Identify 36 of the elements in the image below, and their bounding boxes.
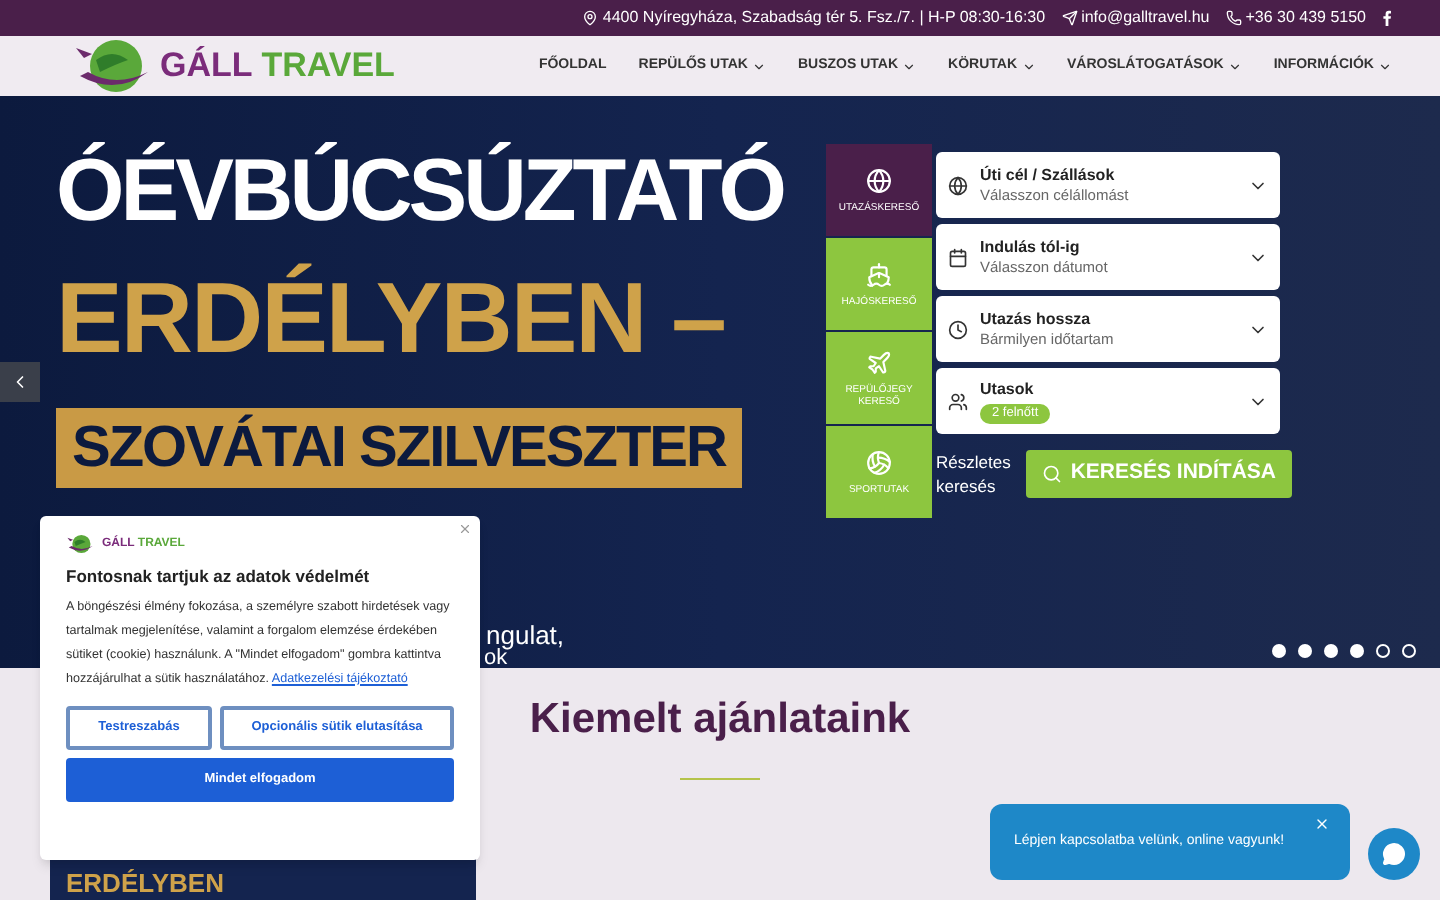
slide-caption: ngulat, (486, 618, 565, 650)
caret-icon (751, 59, 766, 73)
ship-icon (866, 261, 892, 287)
caret-icon (902, 59, 917, 73)
caret-icon (1227, 59, 1242, 73)
send-icon (1061, 10, 1078, 26)
hero-subtitle: SZOVÁTAI SZILVESZTER (56, 408, 742, 488)
pin-icon (582, 10, 599, 26)
plane-icon (866, 349, 892, 375)
address-text: 4400 Nyíregyháza, Szabadság tér 5. Fsz./7. | H-P 08:30-16:30 (582, 6, 1046, 30)
phone-link[interactable]: +36 30 439 5150 (1225, 6, 1366, 30)
ball-icon (866, 449, 892, 475)
hero-title: ÓÉVBÚCSÚZTATÓ (56, 140, 783, 244)
globe-icon (866, 167, 892, 193)
hero-title: ERDÉLYBEN – (56, 260, 727, 376)
logo-text: GÁLL TRAVEL (160, 44, 395, 89)
search-icon (1042, 464, 1063, 484)
users-icon (948, 391, 968, 411)
slide-caption: ok (484, 648, 508, 668)
card-title: ERDÉLYBEN (66, 870, 226, 896)
dialog-title: Fontosnak tartjuk az adatok védelmét (66, 564, 372, 590)
calendar-icon (948, 247, 968, 267)
facebook-icon[interactable] (1382, 10, 1392, 26)
section-title: Kiemelt ajánlataink (529, 694, 911, 746)
clock-icon (948, 319, 968, 339)
detailed-search-link[interactable]: Részletes keresés (936, 450, 1011, 498)
close-icon[interactable] (458, 522, 472, 536)
globe-icon (948, 175, 968, 195)
email-link[interactable]: info@galltravel.hu (1061, 6, 1210, 30)
chat-button[interactable] (1368, 828, 1420, 880)
chat-icon (1382, 842, 1406, 866)
phone-icon (1225, 10, 1242, 26)
globe-logo-icon (72, 36, 152, 96)
caret-icon (1378, 59, 1392, 73)
caret-icon (1021, 59, 1036, 73)
globe-logo-icon (66, 532, 94, 556)
